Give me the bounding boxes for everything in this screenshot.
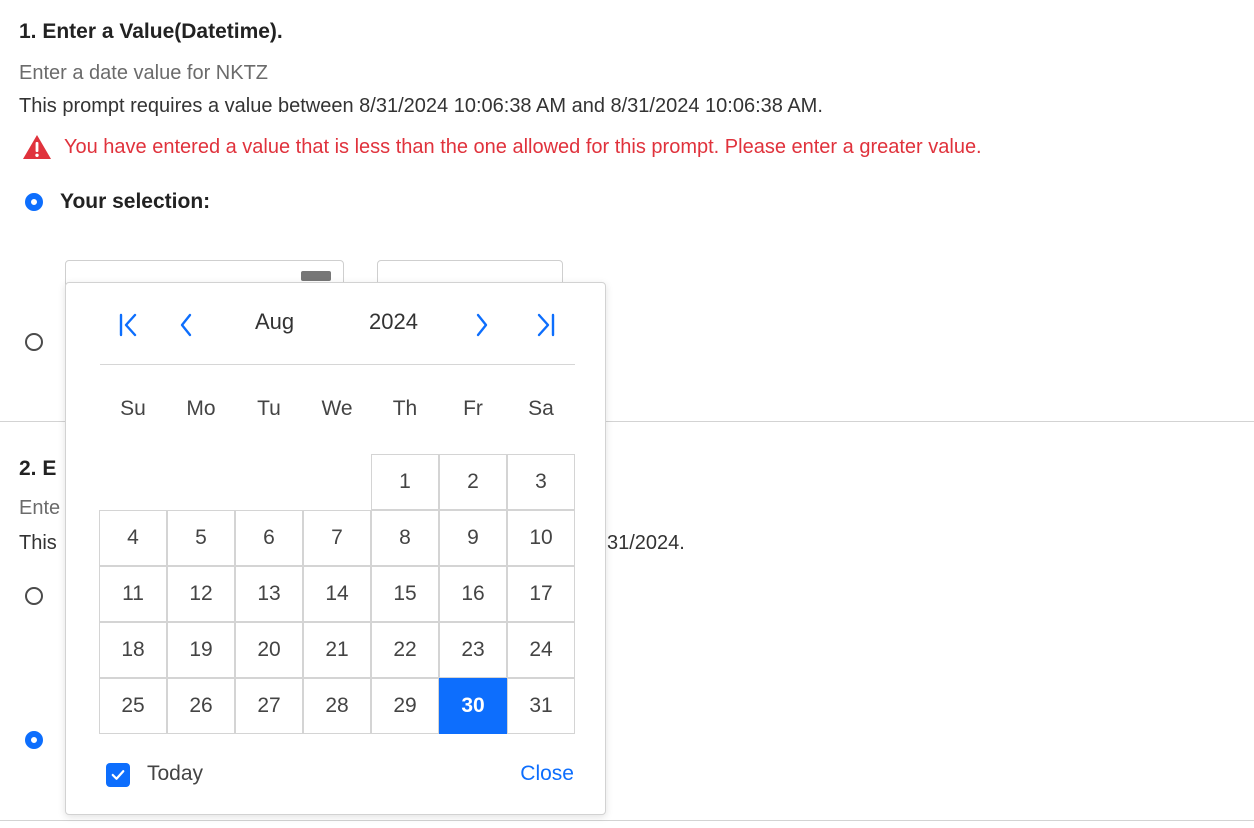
day-cell[interactable]: 2 (439, 454, 507, 510)
day-cell[interactable]: 12 (167, 566, 235, 622)
weekday-label: We (321, 397, 353, 420)
section-2-requirement-end: 31/2024. (607, 532, 685, 554)
day-cell[interactable]: 14 (303, 566, 371, 622)
your-selection-label: Your selection: (60, 190, 211, 213)
date-picker-popup: Aug 2024 1 2 3 4 5 6 7 8 9 10 11 12 13 14 15 16 17 18 19 20… (65, 282, 606, 815)
calendar-header-divider (100, 364, 575, 365)
day-cell[interactable]: 22 (371, 622, 439, 678)
weekday-label: Mo (186, 397, 216, 420)
your-selection-radio[interactable] (25, 193, 43, 211)
day-cell[interactable]: 3 (507, 454, 575, 510)
day-cell-selected[interactable]: 30 (439, 678, 507, 734)
warning-icon (22, 134, 52, 160)
day-cell[interactable]: 23 (439, 622, 507, 678)
chevron-left-icon (180, 313, 192, 337)
day-cell[interactable]: 29 (371, 678, 439, 734)
section-1-requirement: This prompt requires a value between 8/3… (19, 95, 823, 117)
section-2-title: 2. E (19, 457, 57, 480)
day-cell[interactable]: 17 (507, 566, 575, 622)
day-cell[interactable]: 5 (167, 510, 235, 566)
option-radio-2[interactable] (25, 587, 43, 605)
day-cell[interactable]: 4 (99, 510, 167, 566)
close-button[interactable]: Close (520, 762, 574, 786)
day-cell[interactable]: 1 (371, 454, 439, 510)
weekday-label: Sa (528, 397, 554, 420)
today-checkbox[interactable] (106, 763, 130, 787)
section-1-subtitle: Enter a date value for NKTZ (19, 62, 269, 84)
last-month-button[interactable] (526, 305, 566, 345)
option-radio-1[interactable] (25, 333, 43, 351)
day-cell[interactable]: 16 (439, 566, 507, 622)
today-label: Today (147, 762, 204, 785)
radio-checked-icon (25, 193, 43, 211)
month-selector[interactable]: Aug (255, 309, 294, 335)
chevron-right-icon (476, 313, 488, 337)
next-month-button[interactable] (462, 305, 502, 345)
first-page-icon (119, 313, 137, 337)
day-cell[interactable]: 25 (99, 678, 167, 734)
day-cell[interactable]: 6 (235, 510, 303, 566)
day-cell[interactable]: 27 (235, 678, 303, 734)
check-icon (111, 770, 125, 780)
prompt-page: 1. Enter a Value(Datetime). Enter a date… (0, 0, 1254, 828)
day-grid: 1 2 3 4 5 6 7 8 9 10 11 12 13 14 15 16 17 18 19 20 21 22 23 24 2… (99, 454, 575, 736)
year-selector[interactable]: 2024 (369, 309, 418, 335)
radio-unchecked-icon (25, 587, 43, 605)
day-cell[interactable]: 7 (303, 510, 371, 566)
day-cell[interactable]: 11 (99, 566, 167, 622)
weekday-label: Tu (257, 397, 281, 420)
radio-unchecked-icon (25, 333, 43, 351)
weekday-label: Su (120, 397, 146, 420)
section-2-requirement-start: This (19, 532, 57, 554)
section-2-subtitle: Ente (19, 497, 61, 519)
error-message: You have entered a value that is less th… (22, 134, 982, 160)
day-cell[interactable]: 24 (507, 622, 575, 678)
radio-checked-icon (25, 731, 43, 749)
error-text: You have entered a value that is less th… (64, 135, 982, 158)
previous-month-button[interactable] (166, 305, 206, 345)
day-cell[interactable]: 9 (439, 510, 507, 566)
first-month-button[interactable] (108, 305, 148, 345)
day-cell[interactable]: 20 (235, 622, 303, 678)
day-cell[interactable]: 19 (167, 622, 235, 678)
day-cell[interactable]: 28 (303, 678, 371, 734)
day-cell[interactable]: 21 (303, 622, 371, 678)
option-radio-3[interactable] (25, 731, 43, 749)
last-page-icon (537, 313, 555, 337)
bottom-divider (0, 820, 1254, 821)
day-cell[interactable]: 13 (235, 566, 303, 622)
section-1-title: 1. Enter a Value(Datetime). (19, 20, 283, 43)
day-cell[interactable]: 15 (371, 566, 439, 622)
weekday-label: Th (392, 397, 418, 420)
day-cell[interactable]: 31 (507, 678, 575, 734)
day-cell[interactable]: 10 (507, 510, 575, 566)
weekday-label: Fr (463, 397, 483, 420)
day-cell[interactable]: 8 (371, 510, 439, 566)
day-cell[interactable]: 26 (167, 678, 235, 734)
day-cell[interactable]: 18 (99, 622, 167, 678)
calendar-icon[interactable] (301, 271, 331, 281)
